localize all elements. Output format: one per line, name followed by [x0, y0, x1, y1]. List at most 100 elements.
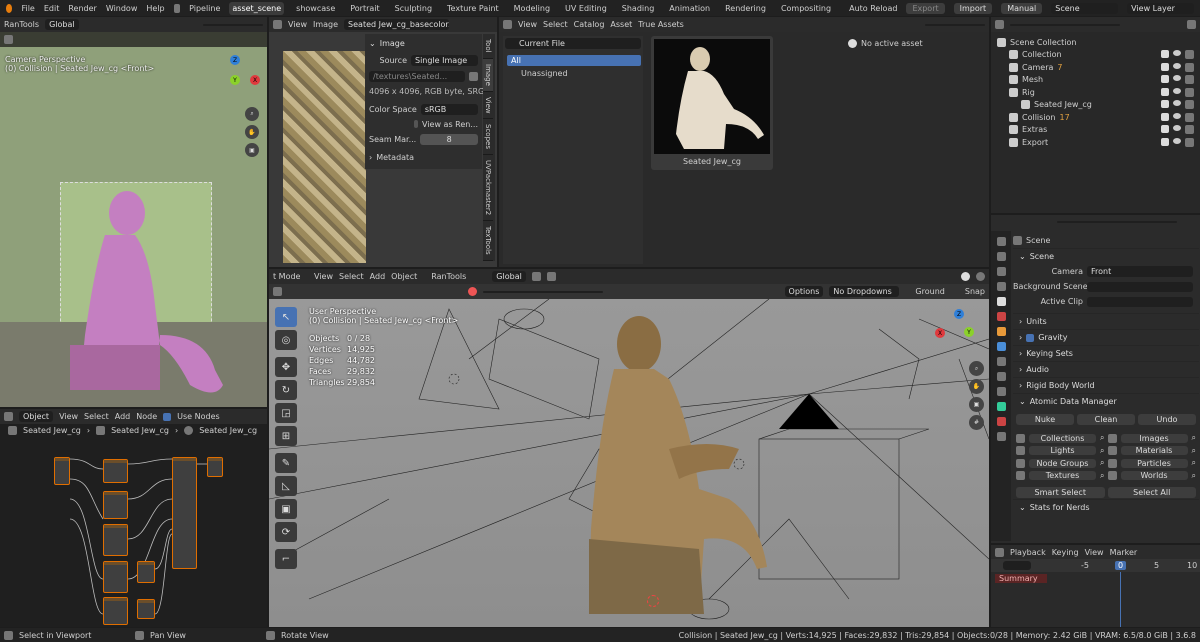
exclude-checkbox[interactable] — [1161, 125, 1169, 134]
node-editor-type-icon[interactable] — [4, 412, 13, 421]
properties-editor[interactable]: Scene ⌄ Scene Camera Front Background Scen… — [991, 215, 1200, 543]
node-4[interactable] — [103, 524, 128, 556]
select-tool-icon[interactable]: ↖ — [275, 307, 297, 327]
clean-button[interactable]: Clean — [1077, 413, 1135, 425]
viewport-object-menu[interactable]: Object — [391, 272, 417, 281]
outliner-row[interactable]: Collection — [993, 49, 1198, 62]
tab-asset-scene[interactable]: asset_scene — [229, 1, 285, 15]
viewport-rantools-menu[interactable]: RanTools — [431, 272, 466, 281]
eye-icon[interactable] — [1173, 87, 1181, 94]
use-nodes-checkbox[interactable] — [163, 412, 172, 421]
search-icon[interactable]: ⌕ — [1192, 471, 1196, 481]
outliner-search[interactable] — [1010, 23, 1120, 26]
rantools-menu[interactable]: RanTools — [4, 20, 39, 29]
atomic-item-label[interactable]: Collections — [1029, 433, 1097, 443]
smart-select-button[interactable]: Smart Select — [1016, 486, 1105, 498]
search-icon[interactable]: ⌕ — [1192, 446, 1196, 456]
chevron-right-icon[interactable]: › — [369, 153, 372, 162]
tab-uvpackmaster[interactable]: UVPackmaster2 — [483, 155, 493, 222]
texture-tab-icon[interactable] — [996, 432, 1006, 441]
asset-asset-menu[interactable]: Asset — [610, 20, 632, 29]
viewport-search[interactable] — [483, 290, 603, 293]
proportional-icon[interactable] — [546, 272, 556, 281]
node-5[interactable] — [103, 561, 128, 593]
view-layer-tab-icon[interactable] — [996, 282, 1006, 291]
menu-pipeline[interactable]: Pipeline — [189, 4, 220, 13]
tab-image[interactable]: Image — [483, 58, 493, 92]
scene-tab-icon[interactable] — [996, 297, 1006, 306]
search-field[interactable] — [203, 23, 263, 26]
atomic-grid-item[interactable]: Node Groups ⌕ — [1016, 457, 1105, 470]
viewport-orientation[interactable]: Global — [492, 271, 526, 282]
tab-textools[interactable]: TexTools — [483, 221, 493, 261]
atomic-grid-item[interactable]: Collections ⌕ — [1016, 432, 1105, 445]
seam-field[interactable]: 8 — [420, 133, 478, 145]
constraints-tab-icon[interactable] — [996, 387, 1006, 396]
nuke-button[interactable]: Nuke — [1016, 413, 1074, 425]
vp-gizmo-y[interactable]: Y — [964, 327, 974, 337]
image-image-menu[interactable]: Image — [313, 20, 338, 29]
camera-render-icon[interactable] — [1185, 100, 1194, 110]
select-box-icon[interactable] — [4, 35, 13, 44]
exclude-checkbox[interactable] — [1161, 75, 1169, 84]
menu-window[interactable]: Window — [106, 4, 138, 13]
view-layer-selector[interactable]: View Layer — [1127, 2, 1194, 14]
asset-editor-icon[interactable] — [503, 20, 512, 29]
tab-tool[interactable]: Tool — [483, 34, 493, 59]
search-icon[interactable]: ⌕ — [1100, 433, 1104, 443]
atomic-item-label[interactable]: Images — [1120, 433, 1188, 443]
atomic-grid-item[interactable]: Lights ⌕ — [1016, 445, 1105, 458]
orientation-dropdown[interactable]: Global — [45, 19, 79, 30]
eye-icon[interactable] — [1173, 125, 1181, 132]
tab-scopes[interactable]: Scopes — [483, 119, 493, 156]
atomic-grid-item[interactable]: Particles ⌕ — [1107, 457, 1196, 470]
tab-animation[interactable]: Animation — [666, 2, 713, 15]
viewport-select-menu[interactable]: Select — [339, 272, 364, 281]
atomic-section[interactable]: ⌄ Atomic Data Manager — [1013, 393, 1199, 409]
auto-reload-button[interactable]: Auto Reload — [849, 4, 897, 13]
snap-button[interactable]: Snap — [965, 287, 985, 296]
camera-render-icon[interactable] — [1185, 50, 1194, 60]
corner-tool-icon[interactable]: ⌐ — [275, 549, 297, 569]
keying-menu[interactable]: Keying — [1052, 548, 1079, 557]
vp-gizmo-z[interactable]: Z — [954, 309, 964, 319]
custom-tool-icon[interactable]: ⟳ — [275, 522, 297, 542]
exclude-checkbox[interactable] — [1161, 50, 1169, 59]
asset-thumbnail[interactable]: Seated Jew_cg — [651, 36, 773, 170]
units-section[interactable]: › Units — [1013, 313, 1199, 329]
properties-search[interactable] — [1057, 221, 1177, 223]
node-1[interactable] — [54, 457, 70, 485]
export-button[interactable]: Export — [906, 2, 945, 14]
node-view-menu[interactable]: View — [59, 412, 78, 421]
blender-logo-icon[interactable] — [6, 3, 13, 13]
tab-uv-editing[interactable]: UV Editing — [562, 2, 610, 15]
atomic-item-label[interactable]: Particles — [1120, 458, 1188, 468]
gravity-checkbox[interactable] — [1026, 333, 1035, 342]
folder-icon[interactable] — [469, 71, 478, 81]
timeline-search[interactable] — [1003, 561, 1031, 570]
viewport-add-menu[interactable]: Add — [370, 272, 386, 281]
render-tab-icon[interactable] — [996, 252, 1006, 261]
shading-solid-icon[interactable] — [961, 272, 970, 281]
gizmo-z[interactable]: Z — [230, 55, 240, 65]
eye-icon[interactable] — [1173, 137, 1181, 144]
current-frame-badge[interactable]: 0 — [1115, 561, 1127, 570]
outliner-row[interactable]: Seated Jew_cg — [993, 99, 1198, 112]
outliner-row[interactable]: Scene Collection — [993, 36, 1198, 49]
metadata-section[interactable]: Metadata — [376, 153, 414, 162]
select-mode-icon[interactable] — [273, 287, 282, 296]
tab-modeling[interactable]: Modeling — [511, 2, 553, 15]
node-8[interactable] — [137, 599, 155, 619]
camera-render-icon[interactable] — [1185, 137, 1194, 147]
outliner-type-icon[interactable] — [995, 20, 1004, 29]
add-cube-tool-icon[interactable]: ▣ — [275, 499, 297, 519]
eye-icon[interactable] — [1173, 100, 1181, 107]
camera-icon[interactable]: ▣ — [245, 143, 259, 157]
atomic-grid-item[interactable]: Textures ⌕ — [1016, 470, 1105, 483]
outliner-row[interactable]: Extras — [993, 124, 1198, 137]
vp-gizmo-x[interactable]: X — [935, 328, 945, 338]
image-file-field[interactable]: Seated Jew_cg_basecolor.jpeg — [344, 19, 450, 30]
exclude-checkbox[interactable] — [1161, 62, 1169, 71]
particles-tab-icon[interactable] — [996, 357, 1006, 366]
search-icon[interactable]: ⌕ — [1100, 471, 1104, 481]
